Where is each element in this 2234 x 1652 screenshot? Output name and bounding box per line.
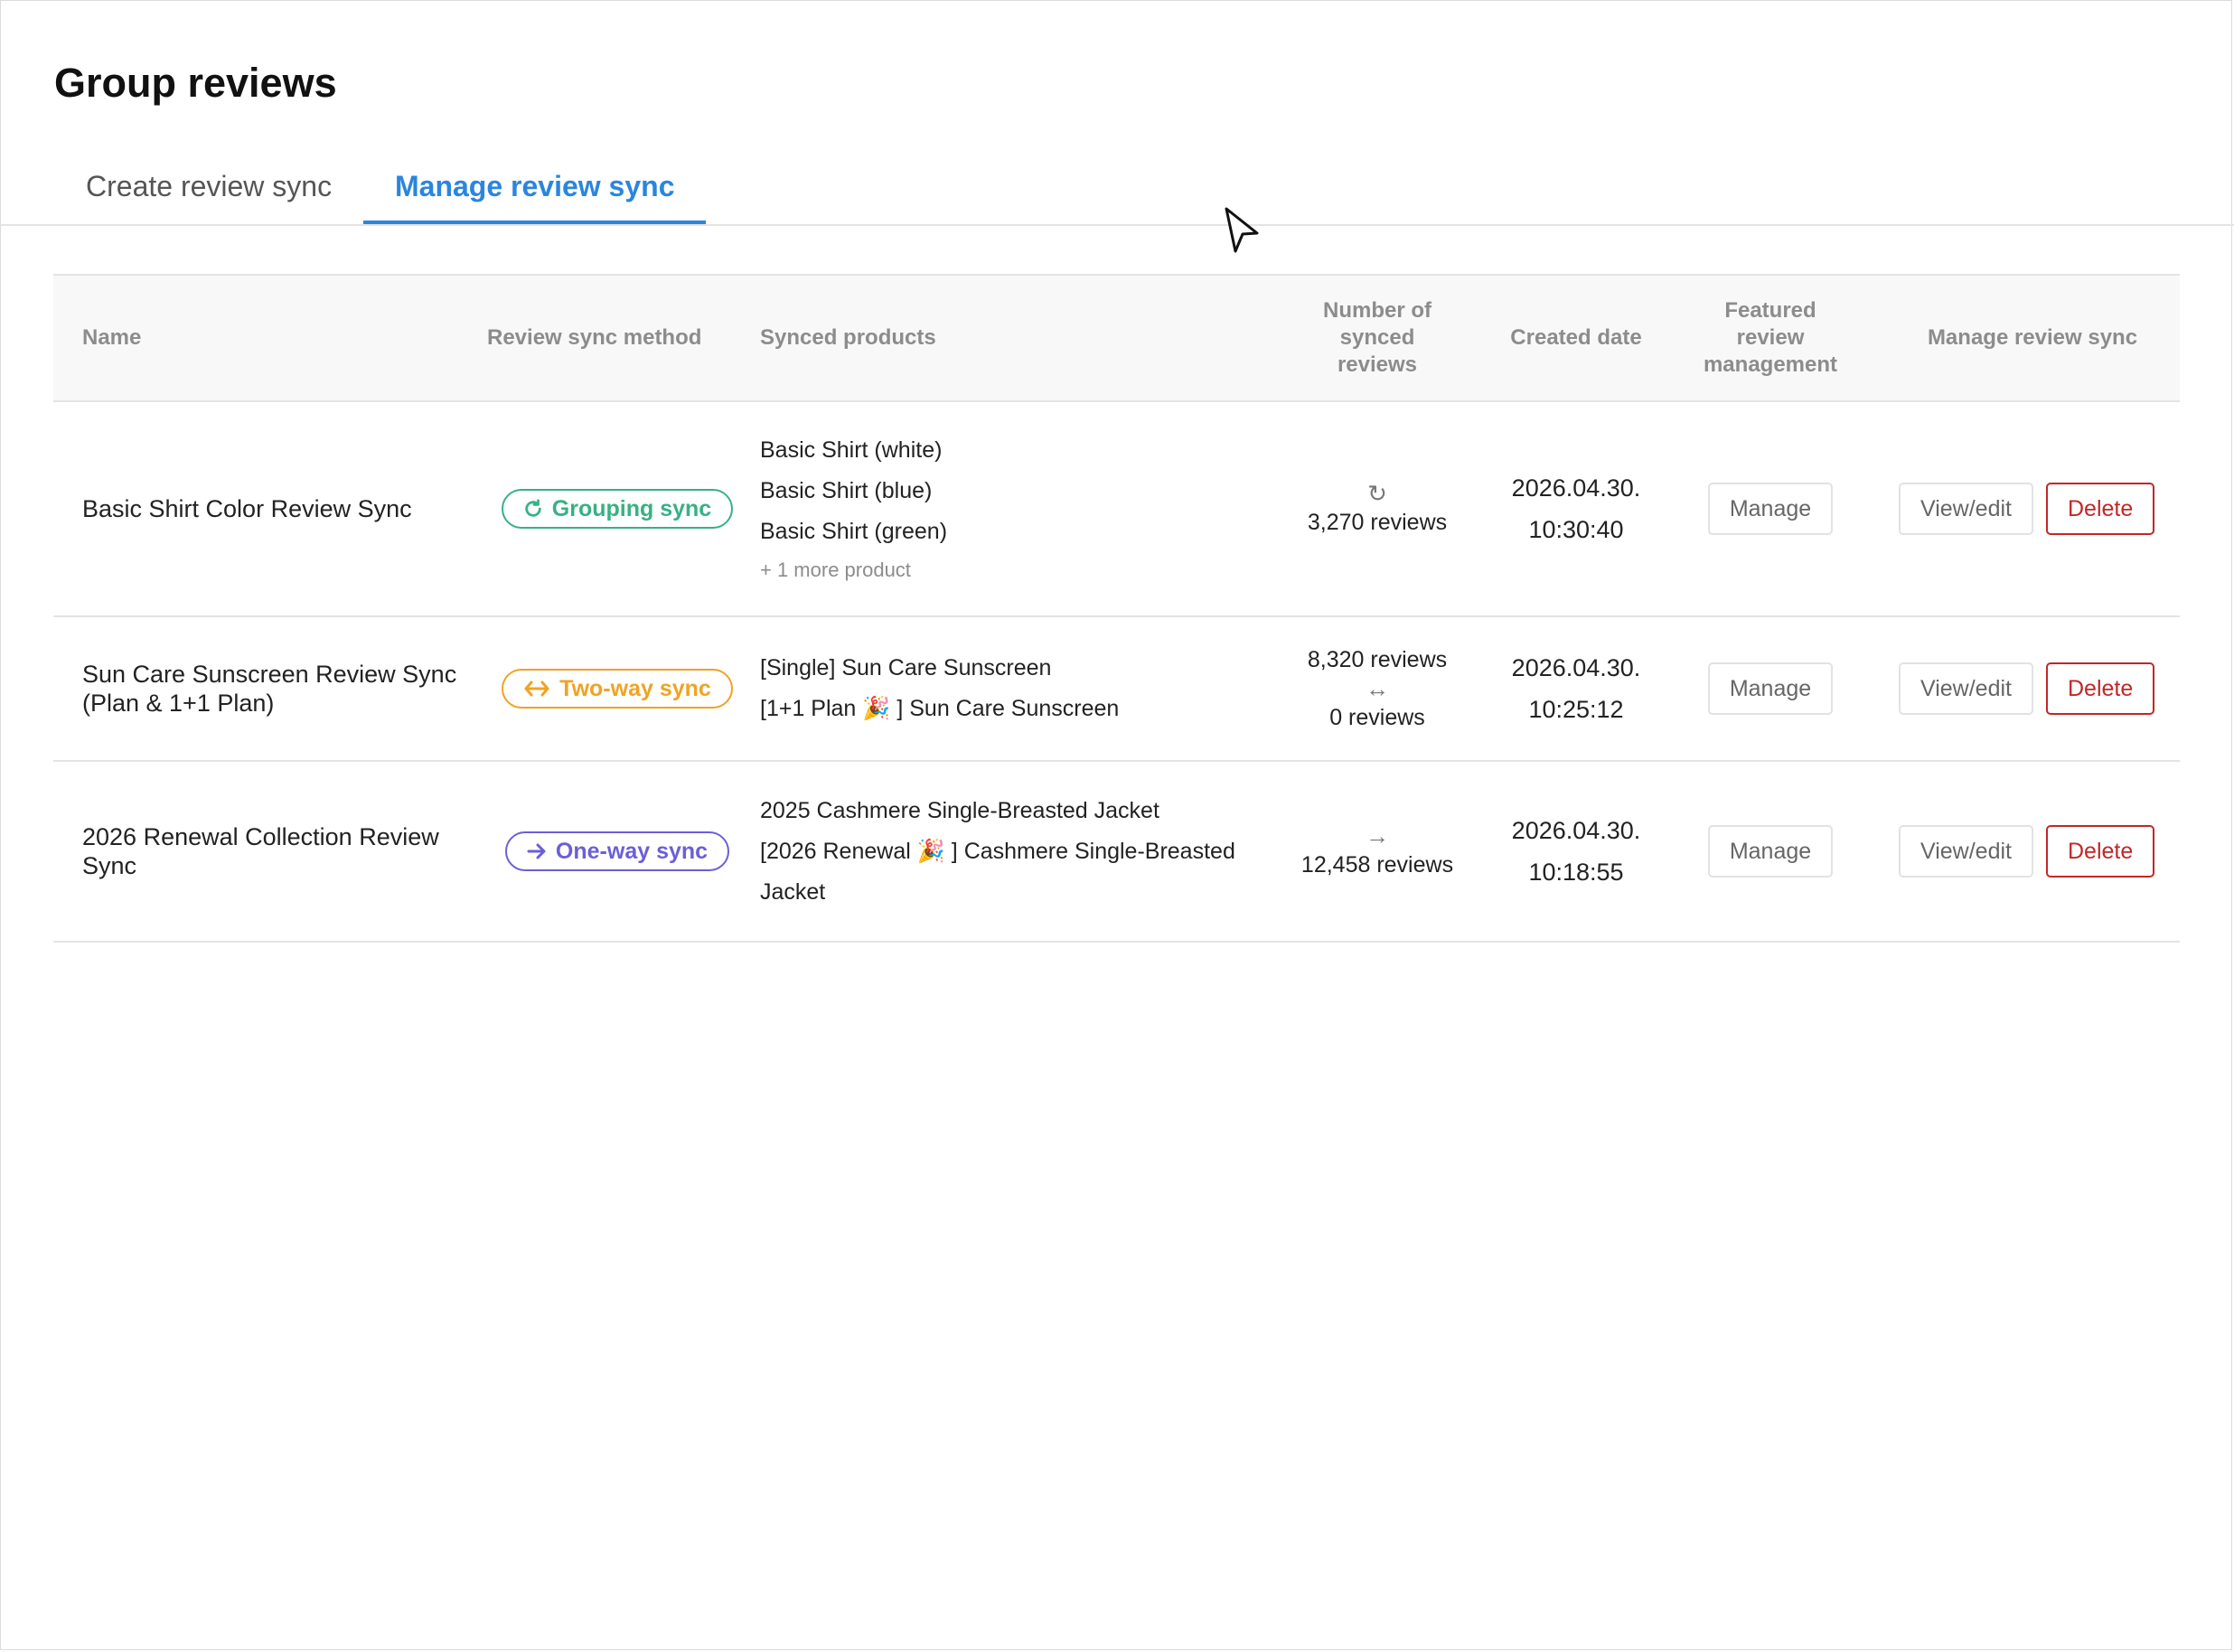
more-products-link[interactable]: + 1 more product [760, 552, 911, 588]
featured-manage-button[interactable]: Manage [1707, 662, 1834, 715]
tab-bar: Create review sync Manage review sync [0, 152, 2234, 226]
page-title: Group reviews [54, 60, 337, 106]
header-count: Number of synced reviews [1323, 298, 1431, 377]
row-name: 2026 Renewal Collection Review Sync [82, 823, 439, 879]
delete-button[interactable]: Delete [2046, 662, 2155, 715]
table-row: Basic Shirt Color Review Sync Grouping s… [53, 402, 2180, 617]
refresh-icon: ↻ [1367, 480, 1387, 507]
featured-manage-button[interactable]: Manage [1707, 825, 1834, 878]
tab-manage-review-sync[interactable]: Manage review sync [363, 152, 707, 224]
header-name: Name [82, 325, 142, 350]
tab-create-review-sync[interactable]: Create review sync [54, 152, 363, 222]
product-item: 2025 Cashmere Single-Breasted Jacket [760, 797, 1159, 823]
product-item: Jacket [760, 878, 826, 905]
review-sync-table: Name Review sync method Synced products … [53, 274, 2180, 943]
method-badge: Grouping sync [501, 489, 734, 529]
header-method: Review sync method [487, 325, 702, 350]
arrow-right-icon [527, 843, 546, 859]
created-time: 10:30:40 [1528, 516, 1624, 543]
view-edit-button[interactable]: View/edit [1899, 483, 2033, 535]
refresh-icon [525, 499, 541, 517]
review-count: 12,458 reviews [1300, 852, 1454, 878]
method-label: Two-way sync [559, 675, 711, 701]
product-item: [Single] Sun Care Sunscreen [760, 655, 1052, 681]
arrow-right-icon: → [1366, 822, 1389, 849]
review-count-source: 8,320 reviews [1307, 647, 1448, 672]
product-item: [2026 Renewal 🎉 ] Cashmere Single-Breast… [760, 838, 1235, 864]
two-way-arrow-icon: ↔ [1366, 675, 1389, 702]
row-name: Sun Care Sunscreen Review Sync (Plan & 1… [82, 661, 457, 717]
product-item: Basic Shirt (green) [760, 518, 948, 544]
product-item: Basic Shirt (blue) [760, 477, 933, 503]
table-row: Sun Care Sunscreen Review Sync (Plan & 1… [53, 617, 2180, 762]
table-row: 2026 Renewal Collection Review Sync One-… [53, 762, 2180, 943]
method-label: One-way sync [555, 838, 709, 864]
method-label: Grouping sync [551, 495, 712, 521]
method-badge: One-way sync [504, 831, 730, 871]
header-manage: Manage review sync [1927, 325, 2138, 350]
view-edit-button[interactable]: View/edit [1899, 825, 2033, 878]
delete-button[interactable]: Delete [2046, 825, 2155, 878]
method-badge: Two-way sync [502, 669, 733, 709]
created-date: 2026.04.30. [1511, 474, 1641, 502]
created-date: 2026.04.30. [1511, 817, 1641, 844]
review-count: 3,270 reviews [1307, 510, 1448, 535]
header-created: Created date [1510, 325, 1642, 350]
created-time: 10:25:12 [1528, 696, 1624, 723]
mouse-cursor-icon [1225, 207, 1259, 253]
product-item: [1+1 Plan 🎉 ] Sun Care Sunscreen [760, 696, 1120, 721]
header-featured: Featured review management [1703, 298, 1838, 377]
featured-manage-button[interactable]: Manage [1707, 483, 1834, 535]
review-count-target: 0 reviews [1329, 705, 1425, 730]
created-time: 10:18:55 [1528, 859, 1624, 886]
product-item: Basic Shirt (white) [760, 436, 943, 463]
created-date: 2026.04.30. [1511, 654, 1641, 681]
header-products: Synced products [760, 325, 936, 350]
view-edit-button[interactable]: View/edit [1899, 662, 2033, 715]
row-name: Basic Shirt Color Review Sync [82, 495, 412, 522]
delete-button[interactable]: Delete [2046, 483, 2155, 535]
two-way-arrow-icon [524, 681, 549, 697]
table-header: Name Review sync method Synced products … [53, 276, 2180, 402]
